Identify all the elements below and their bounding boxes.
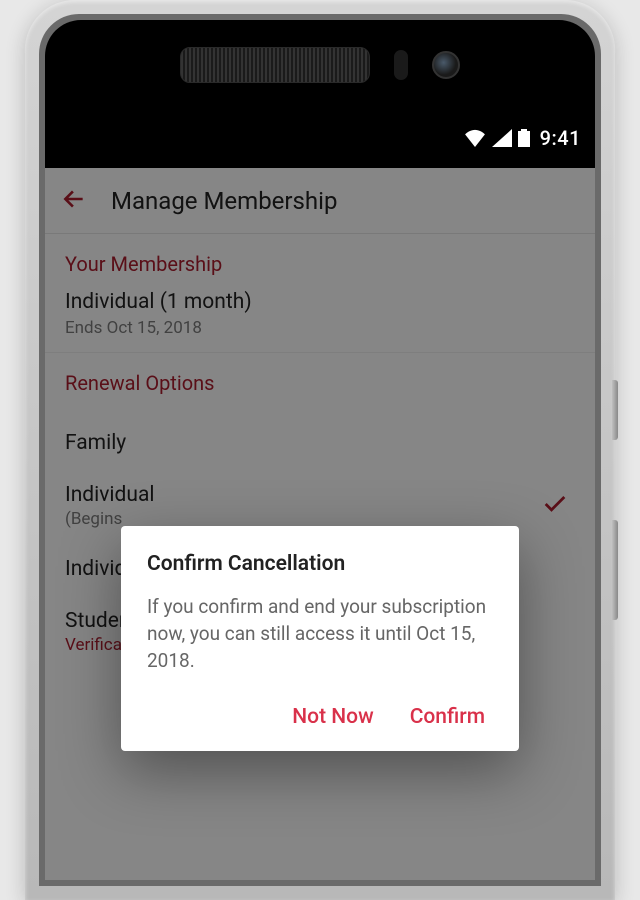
phone-inner-bezel: 9:41 Manage Membership Your Membership I… xyxy=(39,14,601,886)
proximity-sensor xyxy=(394,50,408,80)
dialog-title: Confirm Cancellation xyxy=(147,552,493,576)
phone-device-frame: 9:41 Manage Membership Your Membership I… xyxy=(25,0,615,900)
not-now-button[interactable]: Not Now xyxy=(292,705,373,729)
dialog-body-text: If you confirm and end your subscription… xyxy=(147,594,493,675)
dialog-actions: Not Now Confirm xyxy=(147,699,493,737)
wifi-icon xyxy=(464,129,486,147)
cellular-signal-icon xyxy=(492,129,512,147)
phone-screen: 9:41 Manage Membership Your Membership I… xyxy=(45,110,595,880)
phone-side-button xyxy=(612,520,618,620)
confirm-cancellation-dialog: Confirm Cancellation If you confirm and … xyxy=(121,526,519,751)
battery-icon xyxy=(518,129,530,147)
speaker-grille xyxy=(180,47,370,83)
confirm-button[interactable]: Confirm xyxy=(410,705,485,729)
phone-bezel: 9:41 Manage Membership Your Membership I… xyxy=(45,20,595,880)
status-bar: 9:41 xyxy=(45,110,595,168)
phone-earpiece-row xyxy=(45,20,595,110)
front-camera xyxy=(432,51,460,79)
status-clock: 9:41 xyxy=(540,126,581,150)
phone-side-button xyxy=(612,380,618,440)
modal-scrim[interactable] xyxy=(45,168,595,880)
app-content: Manage Membership Your Membership Indivi… xyxy=(45,168,595,880)
